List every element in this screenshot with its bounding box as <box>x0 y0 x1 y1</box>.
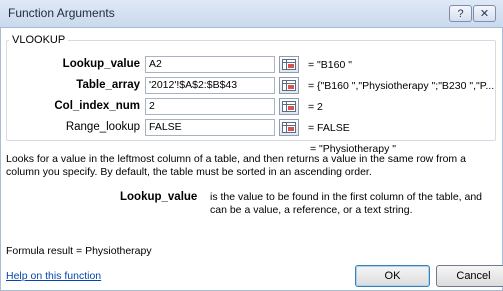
help-icon: ? <box>457 7 464 20</box>
range-select-icon <box>282 122 296 133</box>
argument-help-text: is the value to be found in the first co… <box>210 191 483 216</box>
range-lookup-input[interactable]: FALSE <box>145 119 275 136</box>
help-button[interactable]: ? <box>449 5 472 22</box>
function-description: Looks for a value in the leftmost column… <box>6 153 466 178</box>
range-lookup-collapse-button[interactable] <box>279 119 299 136</box>
dialog-title: Function Arguments <box>8 6 115 20</box>
ok-button[interactable]: OK <box>355 265 430 287</box>
range-lookup-result: = FALSE <box>308 122 350 134</box>
col-index-num-result: = 2 <box>308 101 323 113</box>
lookup-value-label: Lookup_value <box>62 58 140 70</box>
argument-help-label: Lookup_value <box>120 191 198 203</box>
formula-result: Formula result = Physiotherapy <box>6 245 152 257</box>
range-select-icon <box>282 59 296 70</box>
table-array-input[interactable]: '2012'!$A$2:$B$43 <box>145 77 275 94</box>
close-icon: ✕ <box>479 8 490 20</box>
col-index-num-label: Col_index_num <box>54 100 140 112</box>
table-array-result: = {"B160 ","Physiotherapy ";"B230 ","P..… <box>308 80 495 92</box>
range-lookup-label: Range_lookup <box>65 121 140 133</box>
range-select-icon <box>282 101 296 112</box>
col-index-num-collapse-button[interactable] <box>279 98 299 115</box>
lookup-value-collapse-button[interactable] <box>279 56 299 73</box>
title-bar: Function Arguments ? ✕ <box>0 0 503 28</box>
close-button[interactable]: ✕ <box>473 5 496 22</box>
table-array-collapse-button[interactable] <box>279 77 299 94</box>
range-select-icon <box>282 80 296 91</box>
table-array-label: Table_array <box>76 79 140 91</box>
col-index-num-input[interactable]: 2 <box>145 98 275 115</box>
help-on-function-link[interactable]: Help on this function <box>6 270 101 282</box>
lookup-value-input[interactable]: A2 <box>145 56 275 73</box>
function-name-label: VLOOKUP <box>9 34 69 46</box>
lookup-value-result: = "B160 " <box>308 59 352 71</box>
cancel-button[interactable]: Cancel <box>436 265 503 287</box>
